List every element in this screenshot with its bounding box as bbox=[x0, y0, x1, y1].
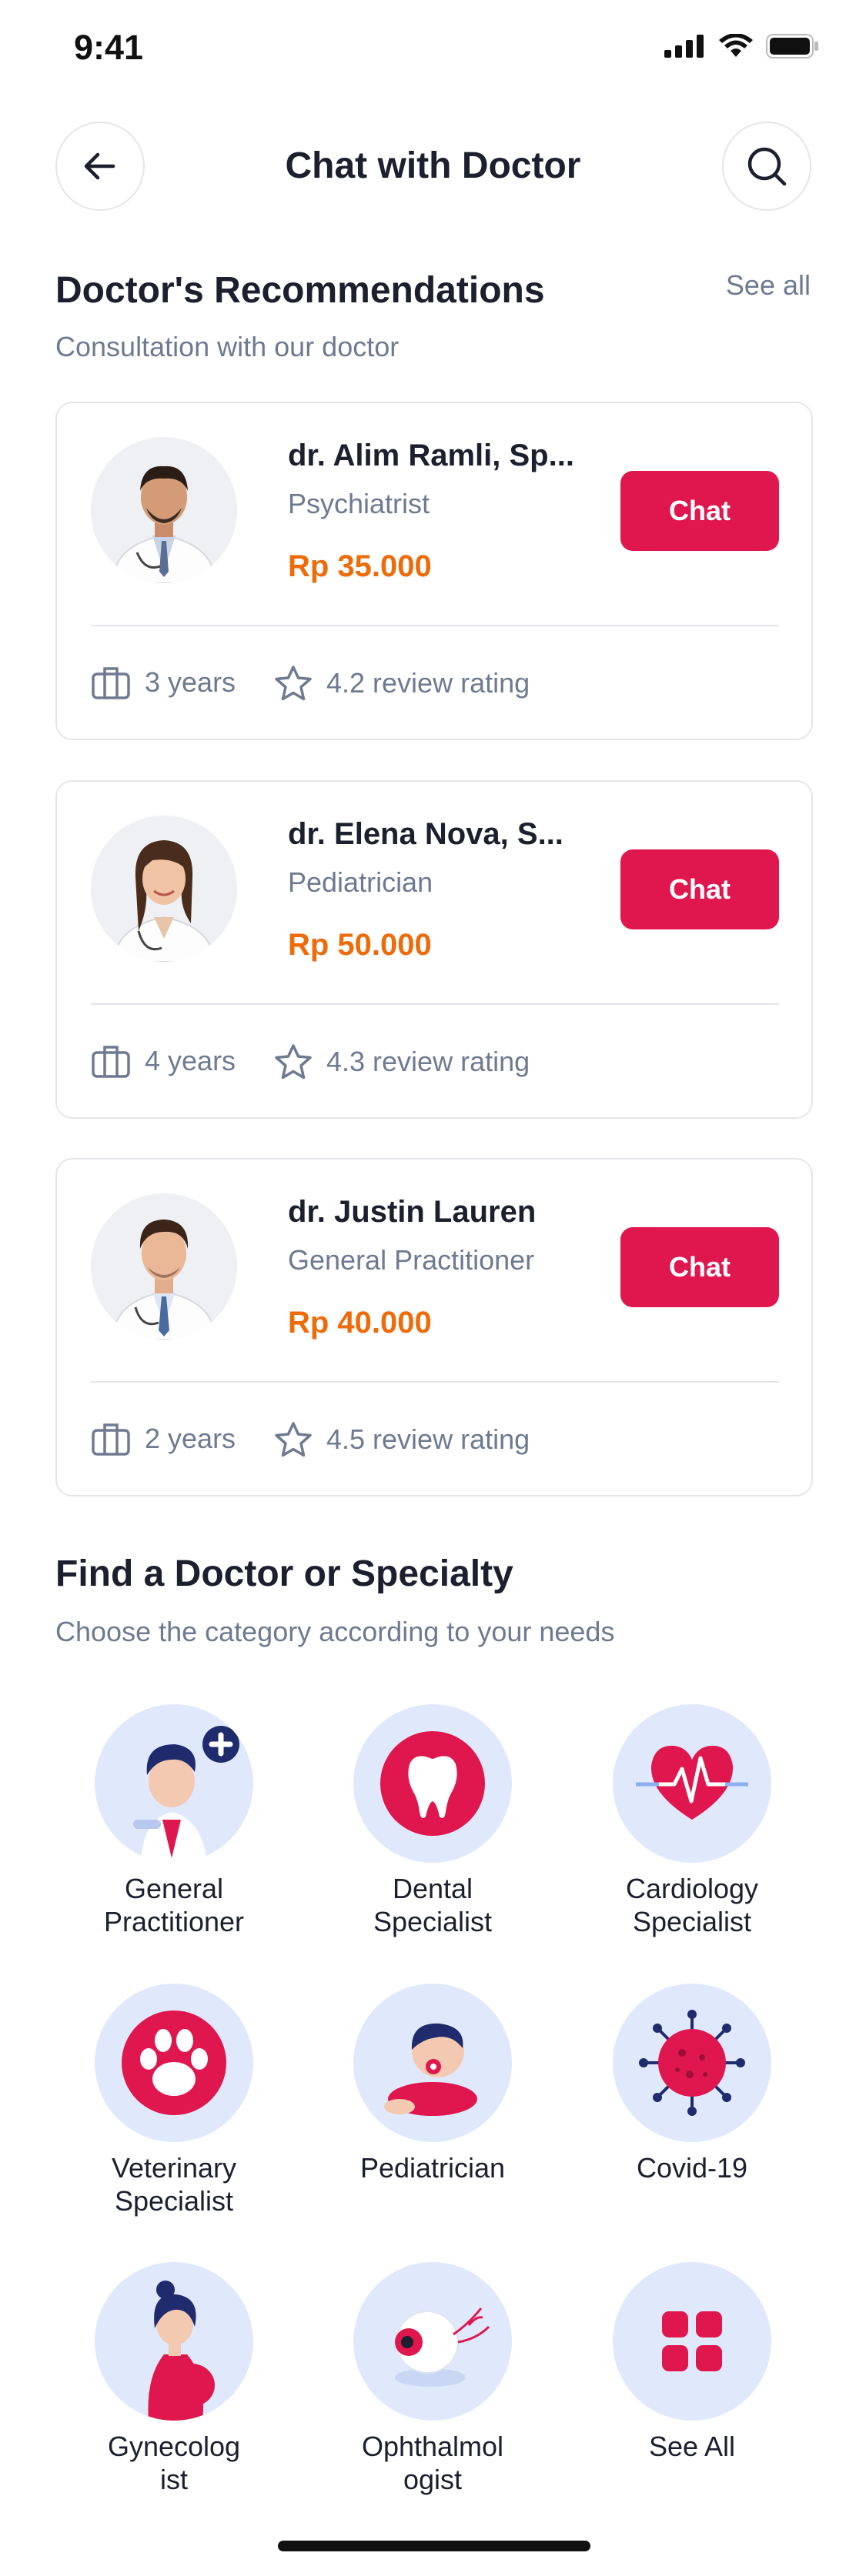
experience-text: 2 years bbox=[145, 1423, 236, 1454]
search-button[interactable] bbox=[722, 122, 811, 211]
doctor-icon bbox=[95, 1704, 253, 1863]
rating: 4.3 review rating bbox=[274, 1043, 530, 1080]
card-divider bbox=[91, 1003, 779, 1005]
recommendations-title: Doctor's Recommendations bbox=[55, 270, 545, 311]
doctor-avatar bbox=[91, 437, 237, 583]
category-label: General Practitioner bbox=[103, 1873, 245, 1937]
virus-icon bbox=[613, 1984, 771, 2142]
doctor-name: dr. Justin Lauren bbox=[288, 1195, 537, 1229]
paw-icon bbox=[95, 1984, 253, 2142]
chat-button[interactable]: Chat bbox=[620, 1227, 779, 1307]
doctor-price: Rp 40.000 bbox=[288, 1306, 432, 1340]
battery-icon bbox=[766, 34, 818, 58]
category-general-practitioner[interactable]: General Practitioner bbox=[59, 1704, 289, 1938]
experience: 3 years bbox=[91, 665, 236, 700]
rating: 4.2 review rating bbox=[274, 665, 530, 702]
doctor-name: dr. Alim Ramli, Sp... bbox=[288, 439, 574, 472]
chat-button[interactable]: Chat bbox=[620, 471, 779, 551]
category-label: Gynecolog ist bbox=[107, 2431, 241, 2495]
status-time: 9:41 bbox=[74, 28, 144, 67]
doctor-price: Rp 35.000 bbox=[288, 549, 432, 583]
category-cardiology-specialist[interactable]: Cardiology Specialist bbox=[577, 1704, 807, 1938]
status-icons bbox=[664, 34, 820, 58]
rating: 4.5 review rating bbox=[274, 1421, 530, 1458]
experience-text: 4 years bbox=[145, 1045, 236, 1076]
doctor-specialty: General Practitioner bbox=[288, 1244, 535, 1276]
briefcase-icon bbox=[92, 1423, 130, 1456]
experience: 2 years bbox=[91, 1421, 236, 1457]
category-ophthalmologist[interactable]: Ophthalmol ogist bbox=[317, 2262, 548, 2496]
category-label: Ophthalmol ogist bbox=[361, 2431, 504, 2495]
card-divider bbox=[91, 625, 779, 626]
doctor-avatar bbox=[91, 816, 237, 962]
pregnant-icon bbox=[95, 2262, 253, 2421]
doctor-card[interactable]: dr. Alim Ramli, Sp... Psychiatrist Rp 35… bbox=[55, 402, 813, 740]
doctor-specialty: Pediatrician bbox=[288, 866, 433, 898]
signal-icon bbox=[664, 35, 704, 58]
grid-icon bbox=[613, 2262, 771, 2421]
see-all-link[interactable]: See all bbox=[726, 269, 811, 302]
category-veterinary-specialist[interactable]: Veterinary Specialist bbox=[59, 1984, 289, 2217]
doctor-price: Rp 50.000 bbox=[288, 928, 432, 962]
specialty-title: Find a Doctor or Specialty bbox=[55, 1553, 513, 1594]
recommendations-subtitle: Consultation with our doctor bbox=[55, 331, 400, 362]
category-label: See All bbox=[648, 2431, 736, 2462]
category-covid-19[interactable]: Covid-19 bbox=[577, 1984, 807, 2184]
tooth-icon bbox=[353, 1704, 512, 1863]
search-icon bbox=[747, 147, 787, 186]
eye-icon bbox=[353, 2262, 512, 2421]
doctor-name: dr. Elena Nova, S... bbox=[288, 817, 563, 851]
star-icon bbox=[275, 1422, 312, 1457]
rating-text: 4.5 review rating bbox=[326, 1423, 530, 1455]
doctor-avatar bbox=[91, 1193, 237, 1340]
doctor-card[interactable]: dr. Elena Nova, S... Pediatrician Rp 50.… bbox=[55, 780, 813, 1119]
category-gynecologist[interactable]: Gynecolog ist bbox=[59, 2262, 289, 2496]
baby-icon bbox=[353, 1984, 512, 2142]
briefcase-icon bbox=[92, 667, 130, 699]
specialty-subtitle: Choose the category according to your ne… bbox=[55, 1616, 615, 1647]
wifi-icon bbox=[719, 34, 753, 57]
star-icon bbox=[275, 1044, 312, 1079]
doctor-card[interactable]: dr. Justin Lauren General Practitioner R… bbox=[55, 1158, 813, 1497]
briefcase-icon bbox=[92, 1046, 130, 1078]
category-dental-specialist[interactable]: Dental Specialist bbox=[317, 1704, 548, 1938]
rating-text: 4.3 review rating bbox=[326, 1046, 530, 1077]
rating-text: 4.2 review rating bbox=[326, 667, 530, 699]
home-indicator[interactable] bbox=[278, 2541, 590, 2551]
category-label: Pediatrician bbox=[359, 2152, 506, 2184]
heart-icon bbox=[613, 1704, 771, 1863]
chat-button[interactable]: Chat bbox=[620, 849, 779, 929]
category-see-all[interactable]: See All bbox=[577, 2262, 807, 2463]
experience: 4 years bbox=[91, 1043, 236, 1079]
star-icon bbox=[275, 666, 312, 701]
category-label: Dental Specialist bbox=[373, 1873, 493, 1937]
category-pediatrician[interactable]: Pediatrician bbox=[317, 1984, 548, 2184]
doctor-specialty: Psychiatrist bbox=[288, 488, 430, 519]
category-label: Covid-19 bbox=[636, 2152, 748, 2184]
experience-text: 3 years bbox=[145, 666, 236, 698]
card-divider bbox=[91, 1381, 779, 1383]
category-label: Veterinary Specialist bbox=[111, 2152, 237, 2217]
category-label: Cardiology Specialist bbox=[625, 1873, 759, 1937]
